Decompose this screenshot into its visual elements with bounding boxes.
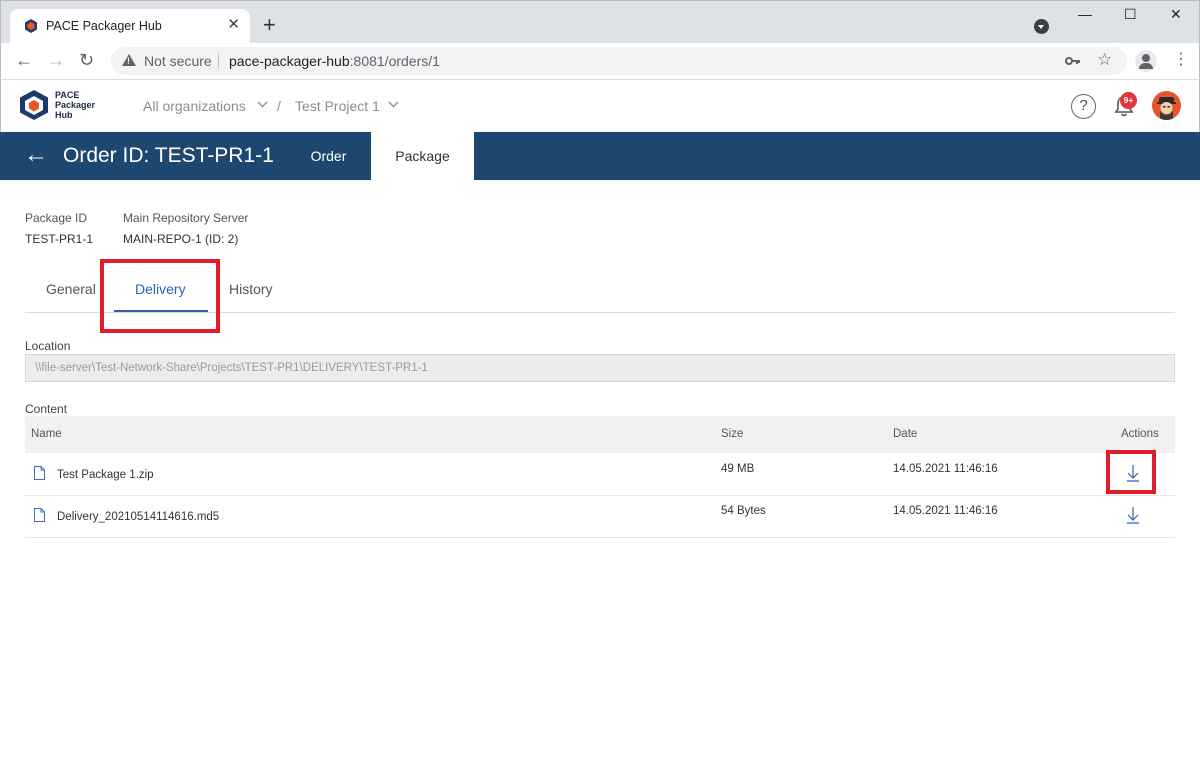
package-id-label: Package ID [25, 211, 88, 225]
column-header-actions: Actions [1121, 428, 1159, 440]
pace-favicon-icon [25, 19, 37, 33]
file-icon [34, 466, 45, 480]
back-arrow-icon[interactable]: ← [24, 141, 48, 169]
forward-button[interactable]: → [47, 49, 65, 71]
close-window-button[interactable]: ✕ [1170, 6, 1182, 23]
content-table-header: Name Size Date Actions [25, 416, 1175, 453]
tab-title: PACE Packager Hub [46, 19, 162, 33]
column-header-size[interactable]: Size [721, 428, 743, 440]
server-label: Main Repository Server [123, 211, 249, 225]
tab-package[interactable]: Package [371, 132, 474, 180]
maximize-button[interactable]: ☐ [1124, 6, 1137, 23]
new-tab-button[interactable]: + [263, 14, 276, 36]
file-size: 49 MB [721, 463, 755, 475]
browser-menu-icon[interactable]: ⋮ [1173, 51, 1189, 69]
logo-line: Packager [55, 100, 96, 110]
address-bar[interactable]: Not secure pace-packager-hub:8081/orders… [111, 47, 1127, 75]
help-icon[interactable]: ? [1071, 94, 1096, 119]
warning-icon[interactable] [122, 54, 136, 66]
tab-close-icon[interactable]: ✕ [227, 17, 240, 33]
breadcrumb-separator: / [277, 98, 281, 114]
user-avatar[interactable] [1152, 91, 1181, 120]
url-text[interactable]: pace-packager-hub:8081/orders/1 [229, 53, 440, 69]
browser-toolbar: ← → ↻ Not secure pace-packager-hub:8081/… [0, 43, 1200, 80]
profile-icon[interactable] [1135, 50, 1157, 72]
file-date: 14.05.2021 11:46:16 [893, 463, 998, 475]
back-button[interactable]: ← [15, 49, 33, 71]
column-header-name[interactable]: Name [31, 428, 62, 440]
location-field[interactable]: \\file-server\Test-Network-Share\Project… [25, 354, 1175, 382]
url-host: pace-packager-hub [229, 53, 350, 69]
server-value: MAIN-REPO-1 (ID: 2) [123, 232, 239, 246]
file-date: 14.05.2021 11:46:16 [893, 505, 998, 517]
minimize-button[interactable]: — [1078, 6, 1092, 22]
browser-titlebar: PACE Packager Hub ✕ + — ☐ ✕ [0, 0, 1200, 44]
table-row[interactable]: Test Package 1.zip 49 MB 14.05.2021 11:4… [25, 454, 1175, 496]
key-icon[interactable] [1065, 54, 1081, 68]
logo-line: Hub [55, 110, 73, 120]
table-row[interactable]: Delivery_20210514114616.md5 54 Bytes 14.… [25, 496, 1175, 538]
star-icon[interactable]: ☆ [1097, 50, 1112, 70]
package-id-value: TEST-PR1-1 [25, 232, 94, 246]
location-label: Location [25, 339, 71, 353]
project-selector[interactable]: Test Project 1 [295, 98, 380, 114]
browser-tab[interactable]: PACE Packager Hub ✕ [10, 9, 250, 44]
column-header-date[interactable]: Date [893, 428, 917, 440]
tab-search-icon[interactable] [1034, 19, 1049, 34]
order-title: Order ID: TEST-PR1-1 [63, 144, 274, 167]
download-icon[interactable] [1125, 506, 1141, 524]
subtab-history[interactable]: History [229, 281, 273, 297]
chevron-down-icon[interactable] [257, 101, 268, 108]
logo-line: PACE [55, 90, 80, 100]
logo-text[interactable]: PACE Packager Hub [55, 90, 95, 120]
url-path: :8081/orders/1 [349, 53, 440, 69]
security-label[interactable]: Not secure [144, 53, 212, 69]
organization-selector[interactable]: All organizations [143, 98, 246, 114]
pace-logo-icon[interactable] [19, 89, 49, 121]
delivery-tab-highlight [100, 259, 220, 333]
avatar-icon [1157, 97, 1176, 120]
download-button-highlight [1106, 450, 1156, 494]
order-bar: ← Order ID: TEST-PR1-1 Order Package [0, 132, 1200, 180]
subtab-general[interactable]: General [46, 281, 96, 297]
notification-badge[interactable]: 9+ [1120, 92, 1137, 109]
omnibox-divider [218, 53, 219, 69]
file-icon [34, 508, 45, 522]
file-size: 54 Bytes [721, 505, 766, 517]
content-label: Content [25, 402, 68, 416]
file-name: Test Package 1.zip [57, 469, 154, 481]
tab-order[interactable]: Order [284, 132, 373, 180]
app-header: PACE Packager Hub All organizations / Te… [0, 80, 1200, 132]
chevron-down-icon[interactable] [388, 101, 399, 108]
reload-button[interactable]: ↻ [79, 49, 94, 71]
file-name: Delivery_20210514114616.md5 [57, 511, 220, 523]
